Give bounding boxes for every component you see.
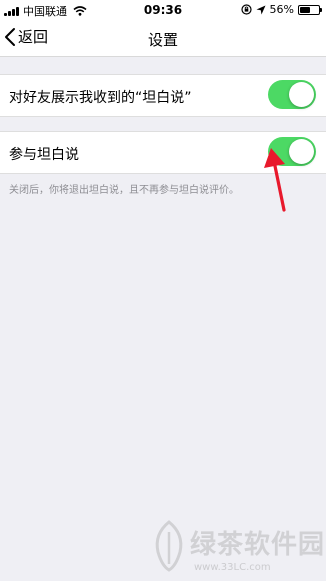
toggle-knob: [289, 82, 314, 107]
status-right: 56%: [240, 3, 322, 16]
red-arrow-icon: [264, 148, 286, 212]
watermark-leaf-icon: [155, 520, 183, 572]
watermark-text: 绿茶软件园: [190, 530, 326, 560]
participate-footer-note: 关闭后，你将退出坦白说，且不再参与坦白说评价。: [9, 185, 239, 196]
status-bar: 中国联通 09:36 56%: [0, 0, 326, 20]
battery-icon: [298, 4, 322, 15]
show-friends-toggle[interactable]: [268, 80, 316, 109]
battery-fill: [300, 6, 311, 13]
orientation-lock-icon: [240, 4, 252, 15]
nav-bar: 返回 设置: [0, 20, 326, 57]
watermark-url: www.33LC.com: [194, 562, 271, 573]
page-title: 设置: [147, 31, 178, 49]
battery-percent: 56%: [269, 3, 294, 16]
setting-label-participate: 参与坦白说: [9, 147, 79, 163]
location-icon: [256, 5, 266, 14]
setting-label-show-friends: 对好友展示我收到的“坦白说”: [9, 90, 192, 106]
watermark: 绿茶软件园 www.33LC.com: [150, 518, 326, 581]
setting-row-show-friends: 对好友展示我收到的“坦白说”: [0, 74, 326, 117]
